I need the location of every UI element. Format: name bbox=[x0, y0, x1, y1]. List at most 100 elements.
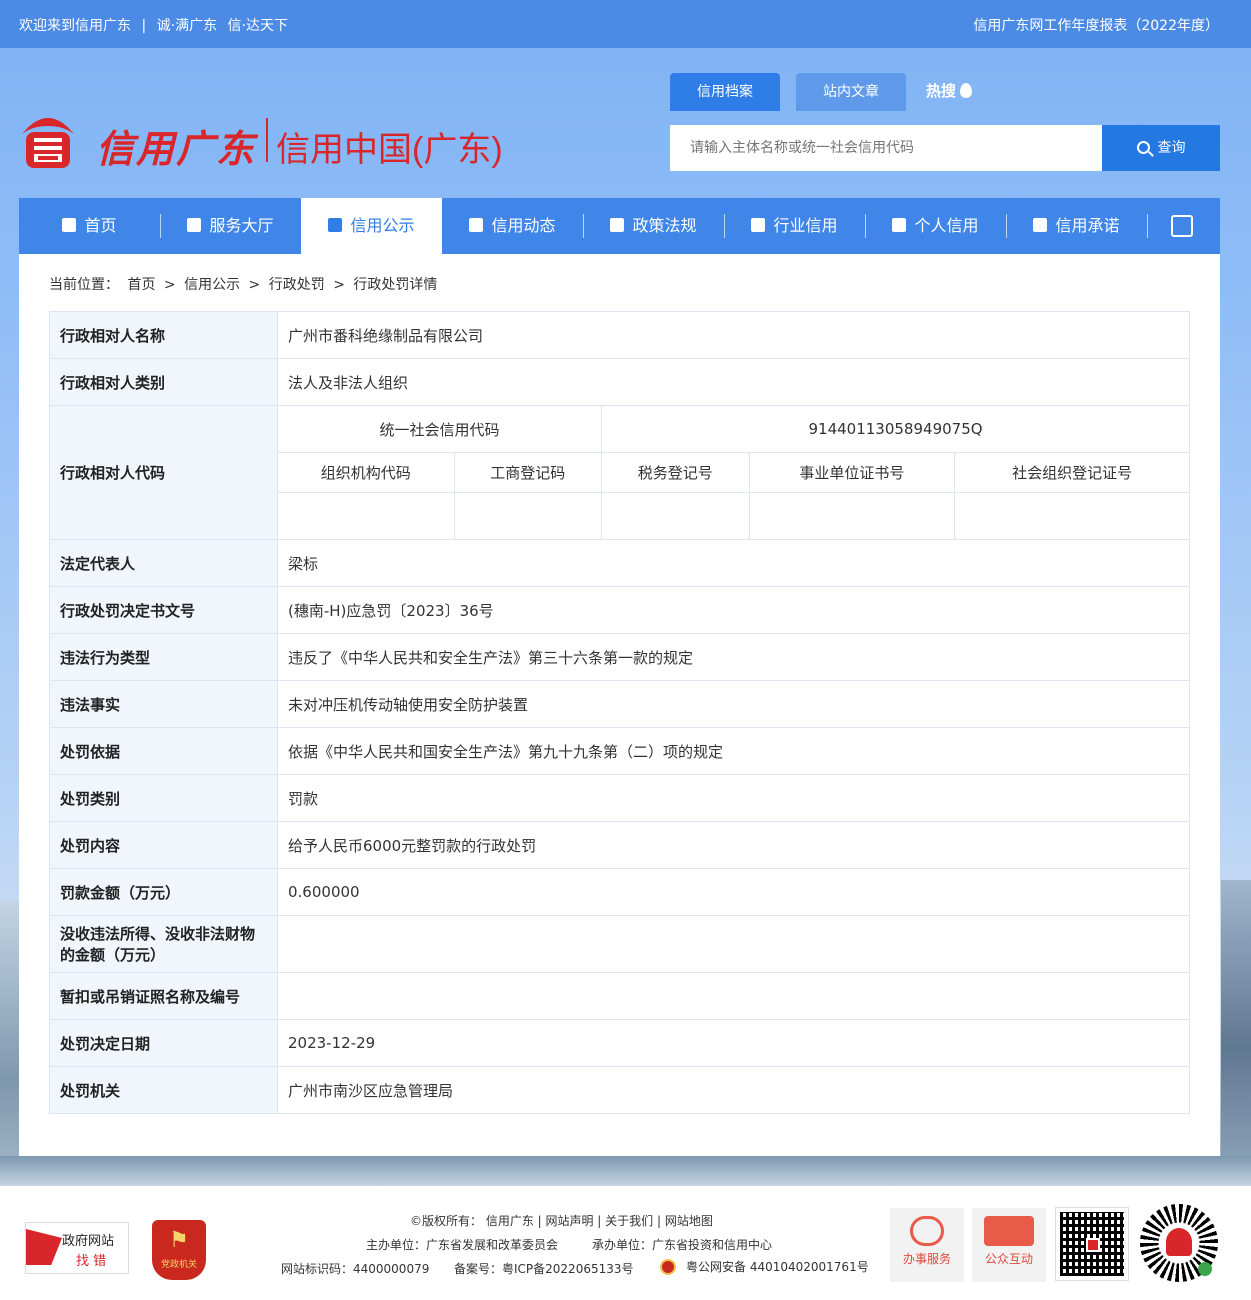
institution-cert-value bbox=[748, 492, 956, 540]
qr-logo-icon bbox=[1086, 1238, 1100, 1252]
nav-item-home[interactable]: 首页 bbox=[19, 198, 160, 254]
table-row: 处罚机关 广州市南沙区应急管理局 bbox=[49, 1066, 1190, 1114]
row-label: 行政相对人类别 bbox=[49, 358, 278, 406]
row-value: 未对冲压机传动轴使用安全防护装置 bbox=[277, 680, 1190, 728]
hot-search[interactable]: 热搜 bbox=[926, 80, 973, 101]
document-icon bbox=[610, 218, 625, 232]
row-label: 违法行为类型 bbox=[49, 633, 278, 681]
nav-item-personal-credit[interactable]: 个人信用 bbox=[865, 198, 1006, 254]
search-button-label: 查询 bbox=[1157, 140, 1186, 156]
social-org-label: 社会组织登记证号 bbox=[954, 452, 1190, 493]
welcome-text: 欢迎来到信用广东 bbox=[19, 18, 131, 34]
publicity-icon bbox=[328, 218, 343, 232]
row-value: 法人及非法人组织 bbox=[277, 358, 1190, 406]
slogan-2: 信·达天下 bbox=[227, 18, 288, 34]
tab-site-articles[interactable]: 站内文章 bbox=[796, 73, 906, 111]
nav-label: 信用动态 bbox=[491, 216, 556, 235]
row-label: 处罚类别 bbox=[49, 774, 278, 822]
row-value: (穗南-H)应急罚〔2023〕36号 bbox=[277, 586, 1190, 634]
business-reg-label: 工商登记码 bbox=[453, 452, 603, 493]
row-label: 处罚决定日期 bbox=[49, 1019, 278, 1067]
footer-police-text: 粤公网安备 44010402001761号 bbox=[686, 1260, 869, 1274]
table-row: 处罚类别 罚款 bbox=[49, 774, 1190, 822]
search-button[interactable]: 查询 bbox=[1102, 125, 1220, 171]
logo-name-cn2: 信用中国(广东) bbox=[276, 131, 503, 169]
row-value: 给予人民币6000元整罚款的行政处罚 bbox=[277, 821, 1190, 869]
breadcrumb-sep: > bbox=[163, 277, 176, 293]
service-button[interactable]: 办事服务 bbox=[890, 1208, 964, 1282]
logo-name-cn: 信用广东 bbox=[96, 126, 257, 171]
nav-item-policy[interactable]: 政策法规 bbox=[583, 198, 724, 254]
table-row: 法定代表人 梁标 bbox=[49, 539, 1190, 587]
annual-report-link[interactable]: 信用广东网工作年度报表（2022年度） bbox=[973, 15, 1219, 35]
nav-item-credit-commitment[interactable]: 信用承诺 bbox=[1006, 198, 1147, 254]
breadcrumb-home[interactable]: 首页 bbox=[127, 277, 155, 293]
search-input[interactable] bbox=[670, 125, 1102, 171]
gov-site-error-report[interactable]: 政府网站 找 错 bbox=[25, 1222, 129, 1274]
building-icon bbox=[751, 218, 766, 232]
row-value: 罚款 bbox=[277, 774, 1190, 822]
row-label: 没收违法所得、没收非法财物的金额（万元） bbox=[49, 915, 278, 973]
nav-item-credit-publicity[interactable]: 信用公示 bbox=[301, 198, 442, 254]
row-value: 违反了《中华人民共和安全生产法》第三十六条第一款的规定 bbox=[277, 633, 1190, 681]
city-scenery-left bbox=[0, 900, 19, 1160]
footer-icp[interactable]: 备案号：粤ICP备2022065133号 bbox=[454, 1260, 634, 1277]
row-value: 广州市南沙区应急管理局 bbox=[277, 1066, 1190, 1114]
table-row: 违法行为类型 违反了《中华人民共和安全生产法》第三十六条第一款的规定 bbox=[49, 633, 1190, 681]
table-row: 行政相对人代码 统一社会信用代码 91440113058949075Q bbox=[49, 405, 1190, 540]
nav-item-credit-news[interactable]: 信用动态 bbox=[442, 198, 583, 254]
breadcrumb-sep: > bbox=[333, 277, 345, 293]
row-label: 处罚内容 bbox=[49, 821, 278, 869]
nav-item-service-hall[interactable]: 服务大厅 bbox=[160, 198, 301, 254]
table-row: 行政相对人名称 广州市番科绝缘制品有限公司 bbox=[49, 311, 1190, 359]
search-icon bbox=[1136, 141, 1150, 154]
row-value: 0.600000 bbox=[277, 868, 1190, 916]
tab-credit-archive[interactable]: 信用档案 bbox=[670, 73, 780, 111]
org-code-label: 组织机构代码 bbox=[277, 452, 455, 493]
nav-label: 个人信用 bbox=[914, 216, 979, 235]
table-row: 处罚依据 依据《中华人民共和国安全生产法》第九十九条第（二）项的规定 bbox=[49, 727, 1190, 775]
chat-icon bbox=[984, 1216, 1034, 1246]
table-row: 处罚决定日期 2023-12-29 bbox=[49, 1019, 1190, 1067]
slogan-1: 诚·满广东 bbox=[156, 18, 218, 34]
content-panel: 当前位置： 首页 > 信用公示 > 行政处罚 > 行政处罚详情 行政相对人名称 … bbox=[19, 254, 1220, 1156]
mini-program-logo-icon bbox=[1166, 1228, 1192, 1256]
row-label: 行政相对人代码 bbox=[49, 405, 278, 540]
row-value: 依据《中华人民共和国安全生产法》第九十九条第（二）项的规定 bbox=[277, 727, 1190, 775]
row-label: 违法事实 bbox=[49, 680, 278, 728]
wechat-icon bbox=[1198, 1262, 1212, 1276]
hot-search-label: 热搜 bbox=[926, 82, 957, 100]
grid-icon bbox=[187, 218, 202, 232]
top-bar: 欢迎来到信用广东 | 诚·满广东 信·达天下 信用广东网工作年度报表（2022年… bbox=[0, 0, 1251, 48]
breadcrumb-penalty[interactable]: 行政处罚 bbox=[269, 277, 325, 293]
nav-item-industry-credit[interactable]: 行业信用 bbox=[724, 198, 865, 254]
city-scenery-band bbox=[0, 1156, 1251, 1186]
nav-label: 首页 bbox=[84, 216, 117, 235]
row-value bbox=[277, 915, 1190, 973]
row-label: 法定代表人 bbox=[49, 539, 278, 587]
expand-icon[interactable] bbox=[1171, 215, 1193, 237]
top-separator: | bbox=[141, 18, 147, 34]
footer-undertake: 承办单位：广东省投资和信用中心 bbox=[592, 1238, 773, 1252]
city-scenery-right bbox=[1221, 880, 1251, 1160]
nav-label: 信用公示 bbox=[350, 216, 415, 235]
breadcrumb-publicity[interactable]: 信用公示 bbox=[184, 277, 240, 293]
table-row: 行政相对人类别 法人及非法人组织 bbox=[49, 358, 1190, 406]
row-label: 处罚依据 bbox=[49, 727, 278, 775]
footer-site-id: 网站标识码：4400000079 bbox=[281, 1262, 430, 1276]
breadcrumb: 当前位置： 首页 > 信用公示 > 行政处罚 > 行政处罚详情 bbox=[49, 274, 441, 294]
footer-links[interactable]: ©版权所有： 信用广东 | 网站声明 | 关于我们 | 网站地图 bbox=[410, 1212, 713, 1229]
service-label: 办事服务 bbox=[902, 1252, 951, 1266]
news-icon bbox=[469, 218, 484, 232]
site-logo[interactable]: 信用广东 信用中国(广东) bbox=[18, 100, 508, 180]
top-bar-left: 欢迎来到信用广东 | 诚·满广东 信·达天下 bbox=[19, 15, 294, 35]
table-row: 行政处罚决定书文号 (穗南-H)应急罚〔2023〕36号 bbox=[49, 586, 1190, 634]
interaction-label: 公众互动 bbox=[984, 1252, 1033, 1266]
tax-reg-label: 税务登记号 bbox=[601, 452, 750, 493]
party-gov-badge[interactable]: ⚑ 党政机关 bbox=[152, 1220, 206, 1280]
qr-code-icon bbox=[1055, 1207, 1129, 1281]
footer-police[interactable]: 粤公网安备 44010402001761号 bbox=[660, 1258, 869, 1275]
emblem-icon: ⚑ bbox=[169, 1228, 189, 1253]
interaction-button[interactable]: 公众互动 bbox=[972, 1208, 1046, 1282]
shield-icon bbox=[1033, 218, 1048, 232]
